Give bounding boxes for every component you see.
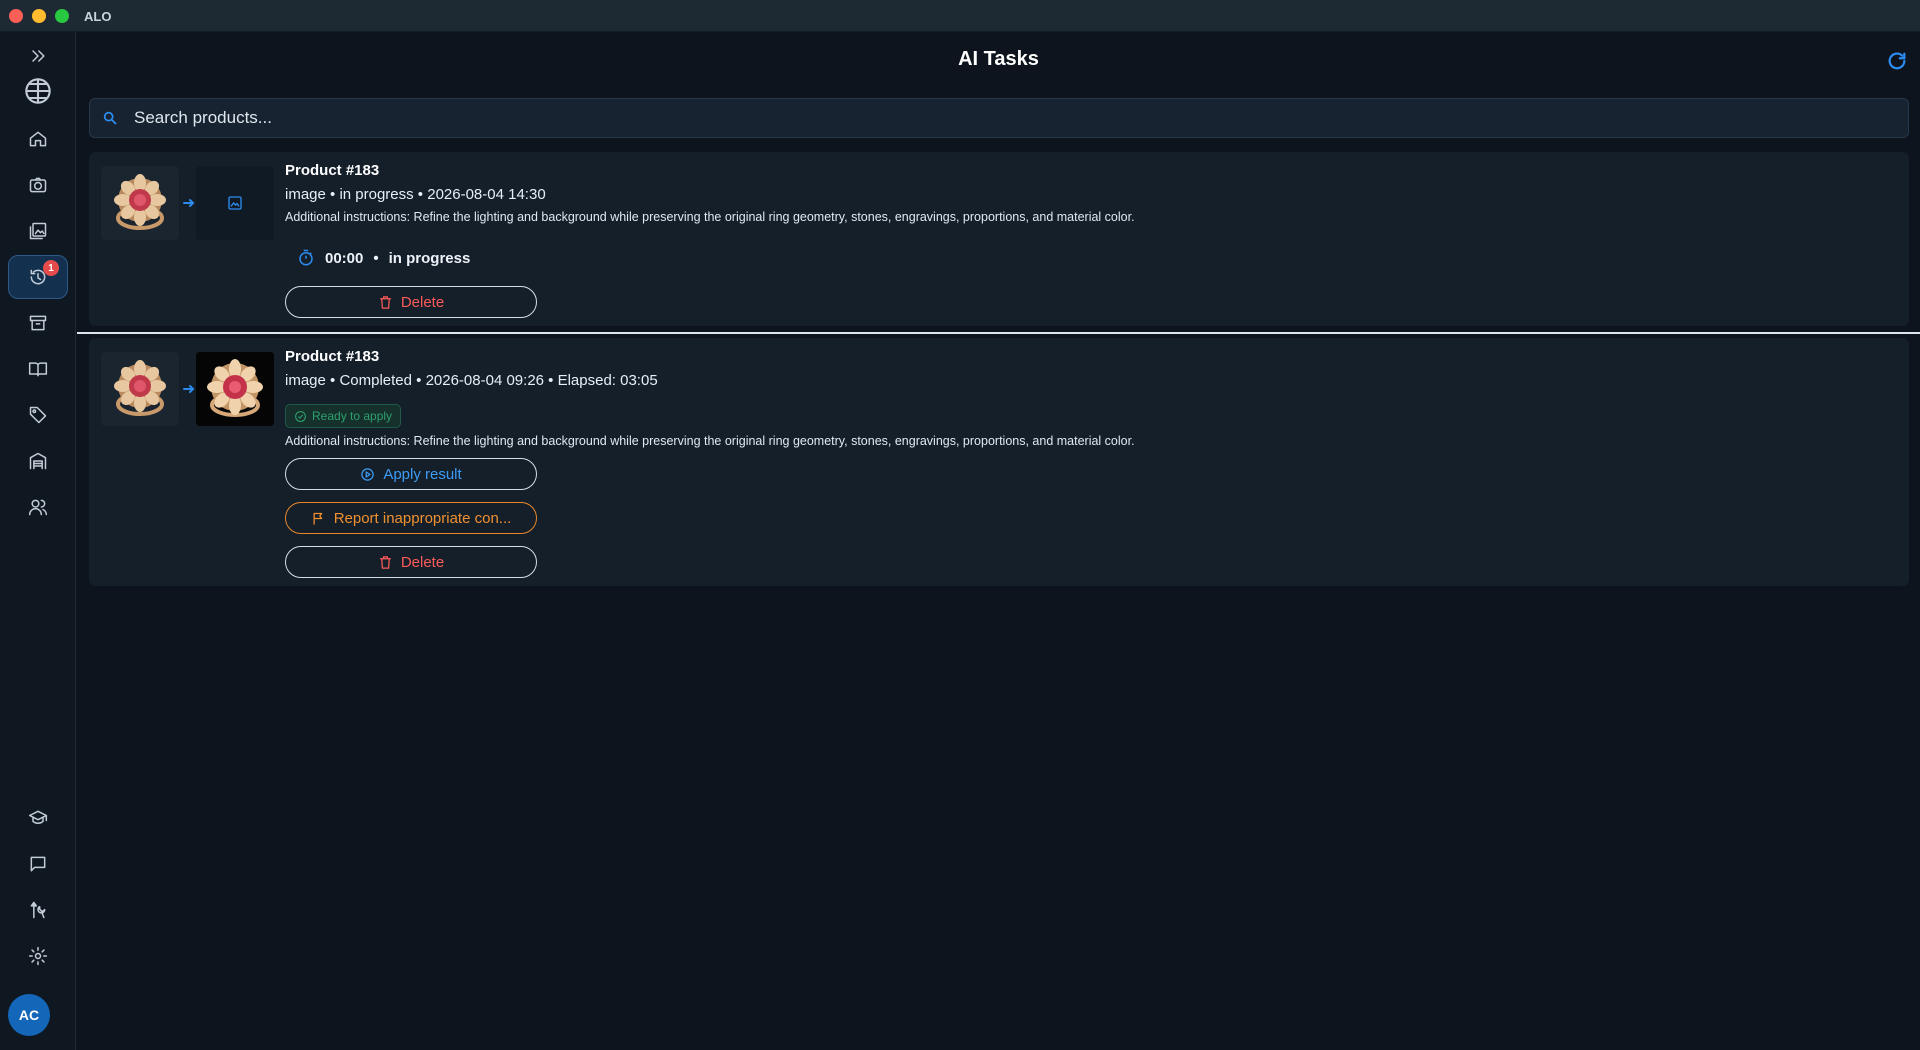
source-image-thumbnail[interactable] (101, 166, 179, 240)
apply-result-button[interactable]: Apply result (285, 458, 537, 490)
ring-image (101, 166, 179, 240)
sidebar-item-camera[interactable] (8, 163, 68, 207)
sidebar: 1 AC (0, 32, 76, 1050)
result-image-placeholder (196, 166, 274, 240)
arrow-right-icon (183, 382, 195, 394)
main-content: AI Tasks Search products... Product #183… (77, 32, 1920, 1050)
sidebar-item-messages[interactable] (8, 842, 68, 886)
sidebar-item-gallery[interactable] (8, 209, 68, 253)
image-placeholder-icon (228, 196, 242, 210)
arrow-right-icon (183, 196, 195, 208)
task-title: Product #183 (285, 348, 380, 365)
delete-label: Delete (400, 553, 445, 571)
sidebar-item-archive[interactable] (8, 301, 68, 345)
task-card: Product #183 image • in progress • 2026-… (89, 152, 1909, 326)
result-image-thumbnail[interactable] (196, 352, 274, 426)
delete-button[interactable]: Delete (285, 286, 537, 318)
maximize-window-button[interactable] (55, 9, 69, 23)
timer-status: in progress (388, 249, 471, 267)
warehouse-icon (29, 452, 47, 470)
apply-result-label: Apply result (383, 465, 462, 483)
task-meta: image • in progress • 2026-08-04 14:30 (285, 186, 546, 203)
camera-icon (29, 177, 47, 193)
globe-icon (25, 78, 51, 104)
title-bar: ALO (0, 0, 1920, 32)
page-title: AI Tasks (958, 48, 1039, 70)
flag-icon (313, 512, 322, 525)
sidebar-item-tags[interactable] (8, 393, 68, 437)
double-chevron-right-icon (32, 50, 45, 62)
refresh-button[interactable] (1886, 50, 1910, 74)
task-meta: image • Completed • 2026-08-04 09:26 • E… (285, 372, 658, 389)
stopwatch-icon (299, 249, 313, 266)
minimize-window-button[interactable] (32, 9, 46, 23)
ring-result-image (196, 352, 274, 426)
sidebar-item-tools[interactable] (8, 888, 68, 932)
app-title: ALO (84, 9, 112, 24)
task-instructions: Additional instructions: Refine the ligh… (285, 210, 1135, 224)
archive-icon (29, 315, 47, 331)
settings-icon (28, 946, 48, 966)
ring-image (101, 352, 179, 426)
graduation-cap-icon (28, 810, 48, 824)
sidebar-item-users[interactable] (8, 485, 68, 529)
task-timer: 00:00 • in progress (297, 248, 470, 268)
check-circle-icon (295, 410, 306, 422)
search-input[interactable] (134, 99, 1894, 137)
user-avatar[interactable]: AC (8, 994, 50, 1036)
book-icon (28, 362, 48, 377)
search-bar (89, 98, 1909, 138)
close-window-button[interactable] (9, 9, 23, 23)
chat-icon (30, 856, 46, 872)
tools-icon (30, 901, 46, 919)
divider (77, 332, 1920, 334)
timer-value: 00:00 (325, 249, 364, 267)
sidebar-item-history[interactable]: 1 (8, 255, 68, 299)
report-content-button[interactable]: Report inappropriate con... (285, 502, 537, 534)
task-title: Product #183 (285, 162, 380, 179)
timer-separator: • (373, 249, 379, 267)
status-badge: Ready to apply (285, 404, 402, 428)
tag-icon (29, 406, 47, 424)
task-card: Product #183 image • Completed • 2026-08… (89, 338, 1909, 586)
report-content-label: Report inappropriate con... (333, 509, 512, 527)
status-badge-label: Ready to apply (312, 409, 393, 423)
trash-icon (379, 295, 391, 309)
source-image-thumbnail[interactable] (101, 352, 179, 426)
sidebar-item-learning[interactable] (8, 796, 68, 840)
home-icon (29, 131, 47, 147)
users-icon (28, 499, 48, 516)
sidebar-item-catalog[interactable] (8, 347, 68, 391)
task-instructions: Additional instructions: Refine the ligh… (285, 434, 1135, 448)
refresh-icon (1888, 52, 1906, 70)
notification-badge: 1 (43, 260, 59, 276)
sidebar-item-logo[interactable] (8, 69, 68, 113)
delete-button[interactable]: Delete (285, 546, 537, 578)
sidebar-item-warehouse[interactable] (8, 439, 68, 483)
trash-icon (379, 555, 391, 569)
sidebar-item-home[interactable] (8, 117, 68, 161)
sidebar-item-settings[interactable] (8, 934, 68, 978)
play-circle-icon (361, 467, 375, 481)
search-icon (102, 110, 120, 128)
delete-label: Delete (400, 293, 445, 311)
gallery-icon (29, 222, 47, 240)
